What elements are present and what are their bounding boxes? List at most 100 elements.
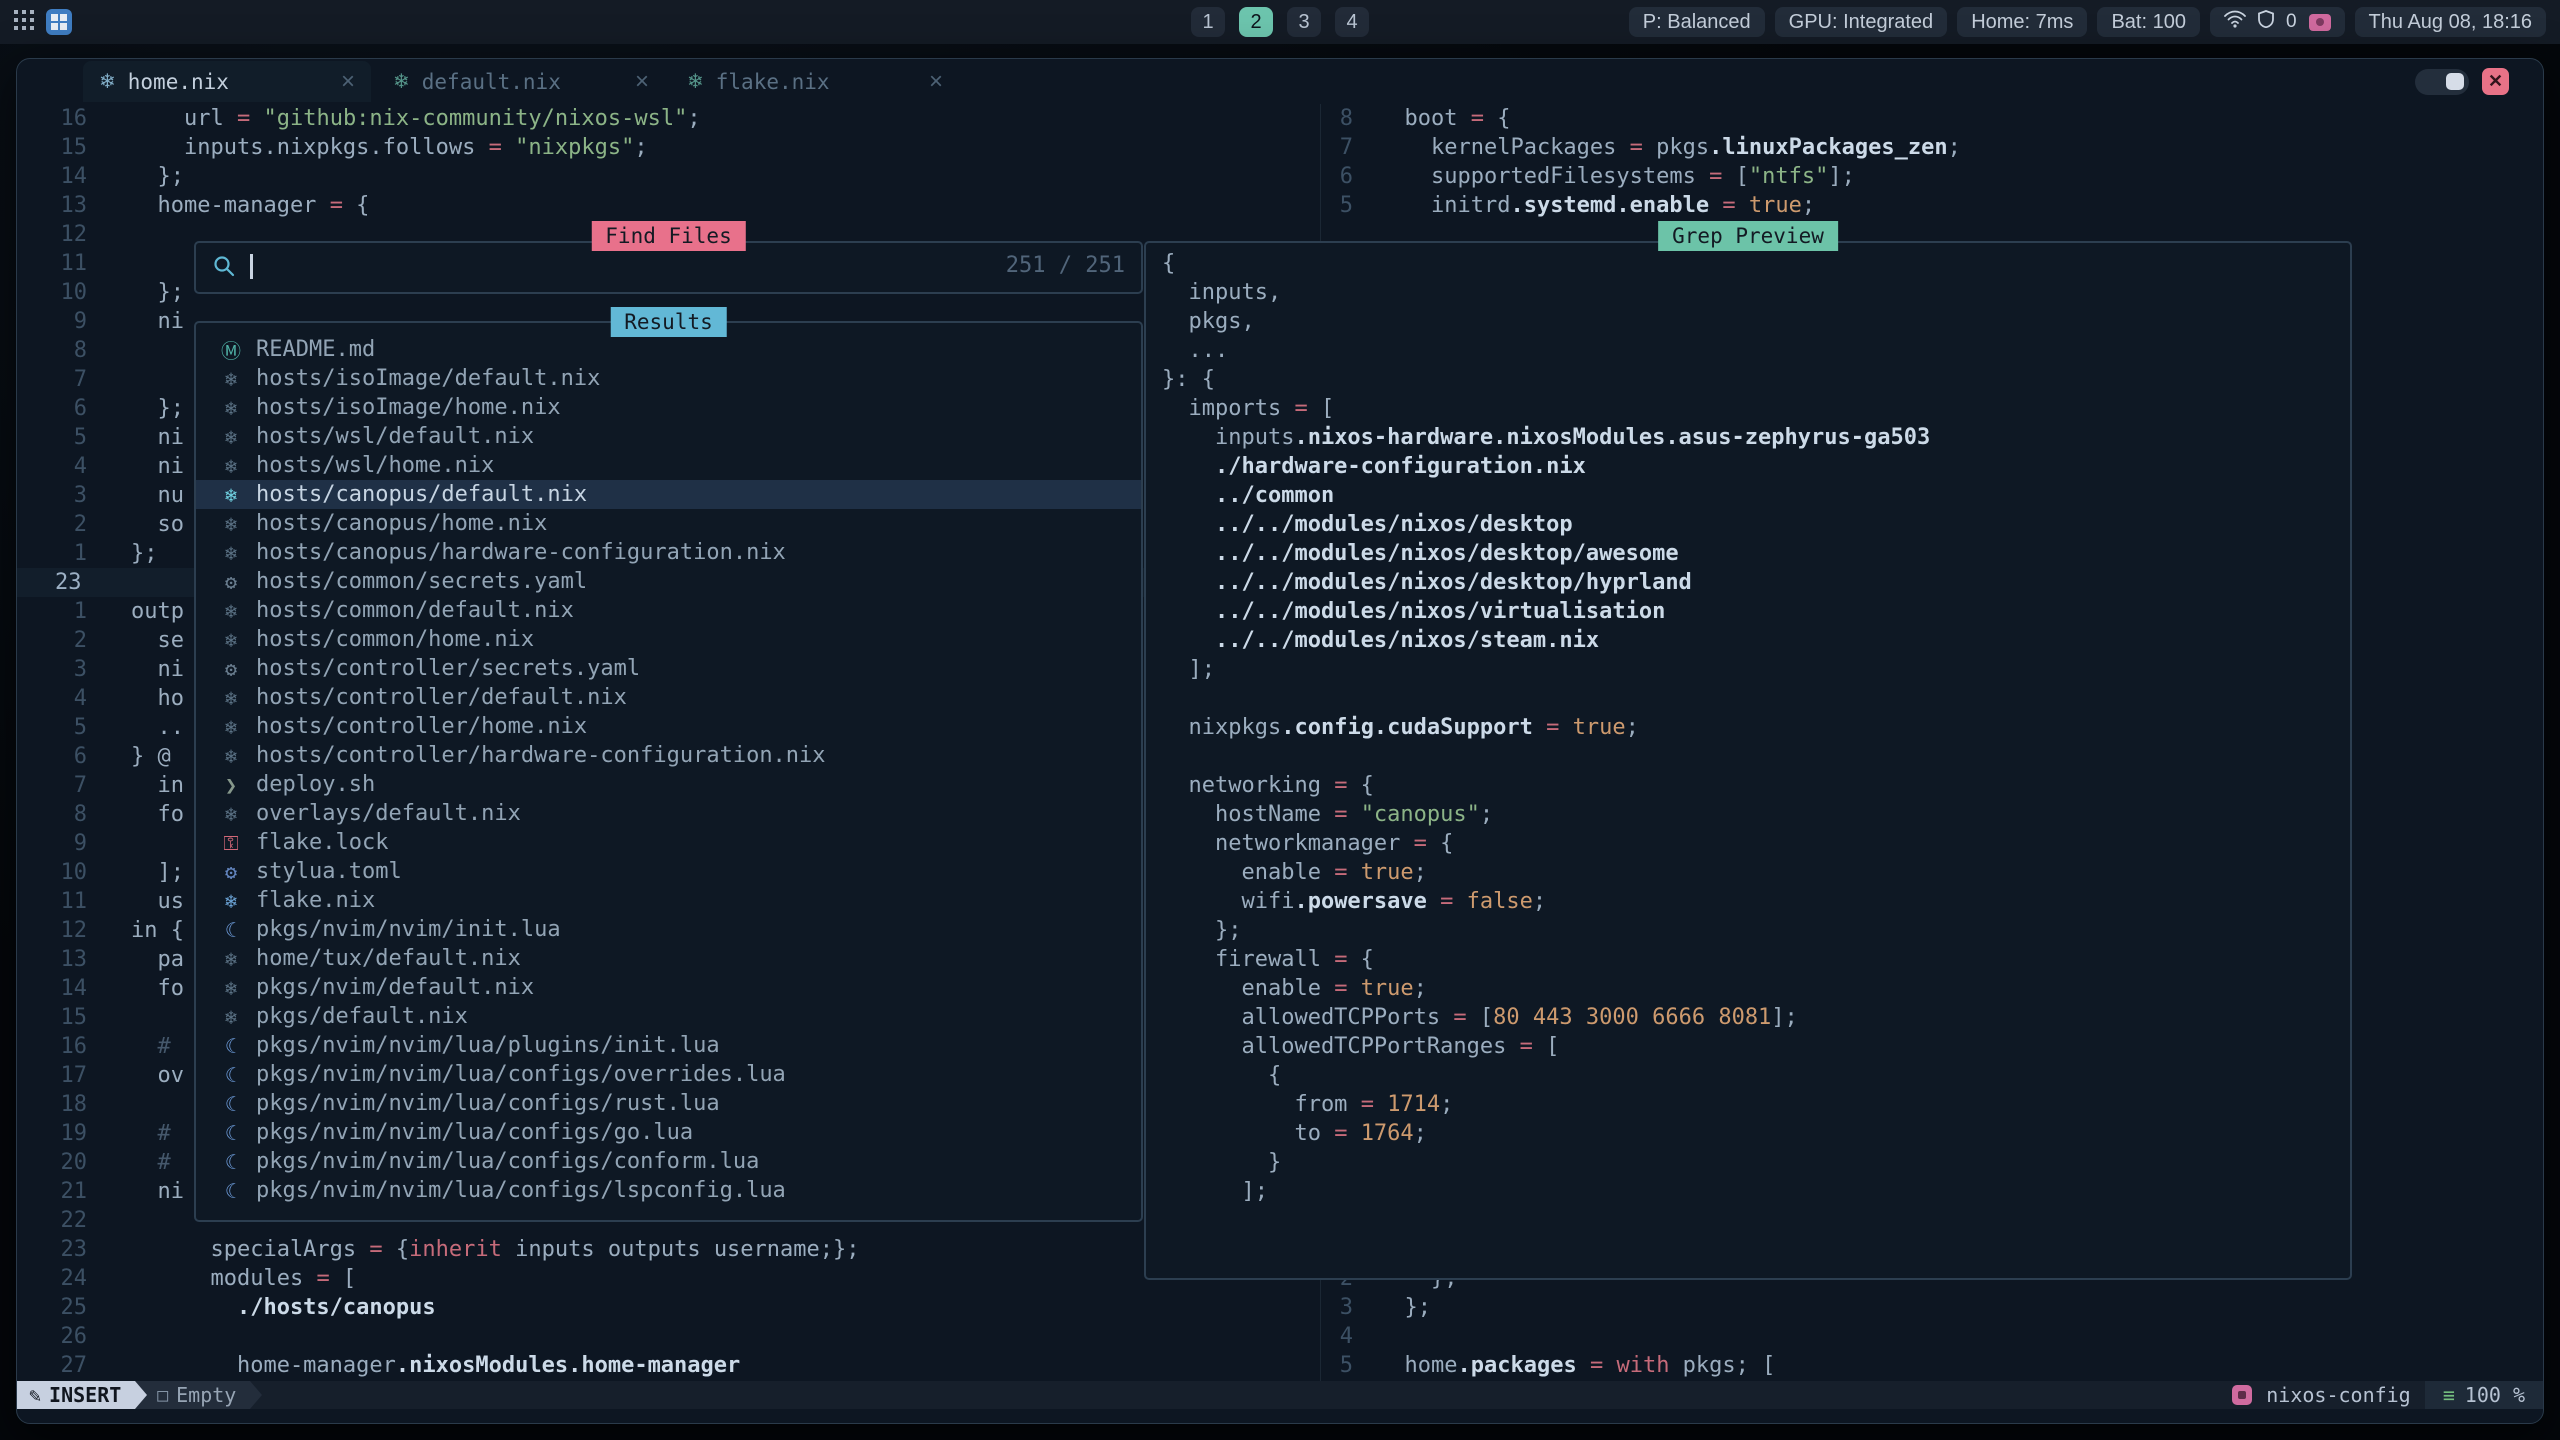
code-line[interactable]: 25 ./hosts/canopus — [17, 1293, 1319, 1322]
code-line[interactable]: 5 home.packages = with pkgs; [ — [1321, 1351, 2541, 1380]
window-close-button[interactable]: ✕ — [2482, 68, 2509, 95]
code-line[interactable]: 14 }; — [17, 162, 1319, 191]
code-line[interactable]: ./hardware-configuration.nix — [1162, 452, 2350, 481]
result-item[interactable]: ❯deploy.sh — [196, 770, 1141, 799]
code-line[interactable]: { — [1162, 249, 2350, 278]
workspace-2[interactable]: 2 — [1239, 7, 1273, 37]
code-line[interactable]: } — [1162, 1148, 2350, 1177]
tab-flake.nix[interactable]: ❄flake.nix× — [671, 61, 959, 102]
code-line[interactable]: inputs.nixos-hardware.nixosModules.asus-… — [1162, 423, 2350, 452]
code-line[interactable] — [1162, 742, 2350, 771]
code-line[interactable]: from = 1714; — [1162, 1090, 2350, 1119]
result-item[interactable]: ☾pkgs/nvim/nvim/lua/plugins/init.lua — [196, 1031, 1141, 1060]
result-item[interactable]: ❄hosts/common/default.nix — [196, 596, 1141, 625]
result-item[interactable]: ⚙hosts/common/secrets.yaml — [196, 567, 1141, 596]
workspace-3[interactable]: 3 — [1287, 7, 1321, 37]
code-line[interactable]: ../common — [1162, 481, 2350, 510]
result-item[interactable]: ☾pkgs/nvim/nvim/lua/configs/conform.lua — [196, 1147, 1141, 1176]
code-line[interactable]: ../../modules/nixos/desktop/awesome — [1162, 539, 2350, 568]
code-line[interactable]: 13 home-manager = { — [17, 191, 1319, 220]
code-line[interactable]: allowedTCPPortRanges = [ — [1162, 1032, 2350, 1061]
result-item[interactable]: ❄hosts/isoImage/default.nix — [196, 364, 1141, 393]
code-line[interactable]: hostName = "canopus"; — [1162, 800, 2350, 829]
code-line[interactable]: to = 1764; — [1162, 1119, 2350, 1148]
toggle-switch[interactable] — [2415, 69, 2469, 95]
result-item[interactable]: ❄hosts/canopus/default.nix — [196, 480, 1141, 509]
code-line[interactable]: enable = true; — [1162, 974, 2350, 1003]
result-item[interactable]: ☾pkgs/nvim/nvim/lua/configs/rust.lua — [196, 1089, 1141, 1118]
result-item[interactable]: ⚙stylua.toml — [196, 857, 1141, 886]
code-line[interactable]: 4 — [1321, 1322, 2541, 1351]
result-item[interactable]: ❄pkgs/default.nix — [196, 1002, 1141, 1031]
result-item[interactable]: ❄hosts/controller/hardware-configuration… — [196, 741, 1141, 770]
result-item[interactable]: ☾pkgs/nvim/nvim/lua/configs/overrides.lu… — [196, 1060, 1141, 1089]
code-line[interactable]: imports = [ — [1162, 394, 2350, 423]
tab-close-icon[interactable]: × — [635, 68, 649, 96]
shield-icon[interactable] — [2258, 10, 2274, 34]
result-item[interactable]: ❄hosts/controller/home.nix — [196, 712, 1141, 741]
result-item[interactable]: ❄hosts/wsl/default.nix — [196, 422, 1141, 451]
code-text: kernelPackages = pkgs.linuxPackages_zen; — [1378, 133, 1961, 162]
result-item[interactable]: ❄home/tux/default.nix — [196, 944, 1141, 973]
line-number: 18 — [17, 1090, 87, 1119]
code-line[interactable]: 27 home-manager.nixosModules.home-manage… — [17, 1351, 1319, 1380]
code-line[interactable]: ... — [1162, 336, 2350, 365]
find-files-input[interactable]: Find Files 251 / 251 — [194, 241, 1143, 294]
code-line[interactable]: 23 specialArgs = {inherit inputs outputs… — [17, 1235, 1319, 1264]
code-line[interactable]: enable = true; — [1162, 858, 2350, 887]
result-item[interactable]: ⓂREADME.md — [196, 335, 1141, 364]
code-line[interactable]: allowedTCPPorts = [80 443 3000 6666 8081… — [1162, 1003, 2350, 1032]
code-line[interactable]: }; — [1162, 916, 2350, 945]
result-item[interactable]: ❄hosts/common/home.nix — [196, 625, 1141, 654]
launcher-grid-icon[interactable] — [14, 10, 34, 35]
workspace-4[interactable]: 4 — [1335, 7, 1369, 37]
result-item[interactable]: ☾pkgs/nvim/nvim/lua/configs/lspconfig.lu… — [196, 1176, 1141, 1205]
code-line[interactable]: 6 supportedFilesystems = ["ntfs"]; — [1321, 162, 2541, 191]
code-line[interactable]: ../../modules/nixos/virtualisation — [1162, 597, 2350, 626]
result-item[interactable]: ⚙hosts/controller/secrets.yaml — [196, 654, 1141, 683]
result-item[interactable]: ❄hosts/canopus/home.nix — [196, 509, 1141, 538]
code-line[interactable]: wifi.powersave = false; — [1162, 887, 2350, 916]
result-item[interactable]: ❄flake.nix — [196, 886, 1141, 915]
code-line[interactable] — [1162, 684, 2350, 713]
code-line[interactable]: ../../modules/nixos/desktop/hyprland — [1162, 568, 2350, 597]
code-line[interactable]: 24 modules = [ — [17, 1264, 1319, 1293]
result-item[interactable]: ❄hosts/isoImage/home.nix — [196, 393, 1141, 422]
code-line[interactable]: nixpkgs.config.cudaSupport = true; — [1162, 713, 2350, 742]
wifi-icon[interactable] — [2224, 10, 2246, 34]
code-line[interactable]: ]; — [1162, 655, 2350, 684]
code-line[interactable]: 15 inputs.nixpkgs.follows = "nixpkgs"; — [17, 133, 1319, 162]
code-line[interactable]: 16 url = "github:nix-community/nixos-wsl… — [17, 104, 1319, 133]
result-item[interactable]: ❄hosts/controller/default.nix — [196, 683, 1141, 712]
tab-default.nix[interactable]: ❄default.nix× — [377, 61, 665, 102]
result-item[interactable]: ❄pkgs/nvim/default.nix — [196, 973, 1141, 1002]
tab-home.nix[interactable]: ❄home.nix× — [83, 61, 371, 102]
code-line[interactable]: 7 kernelPackages = pkgs.linuxPackages_ze… — [1321, 133, 2541, 162]
code-line[interactable]: ../../modules/nixos/desktop — [1162, 510, 2350, 539]
result-item[interactable]: ❄hosts/wsl/home.nix — [196, 451, 1141, 480]
result-item[interactable]: ⚿flake.lock — [196, 828, 1141, 857]
result-item[interactable]: ☾pkgs/nvim/nvim/init.lua — [196, 915, 1141, 944]
code-line[interactable]: }: { — [1162, 365, 2350, 394]
code-line[interactable]: ../../modules/nixos/steam.nix — [1162, 626, 2350, 655]
result-item[interactable]: ❄hosts/canopus/hardware-configuration.ni… — [196, 538, 1141, 567]
tab-close-icon[interactable]: × — [929, 68, 943, 96]
result-item[interactable]: ☾pkgs/nvim/nvim/lua/configs/go.lua — [196, 1118, 1141, 1147]
code-line[interactable]: networkmanager = { — [1162, 829, 2350, 858]
code-line[interactable]: networking = { — [1162, 771, 2350, 800]
code-line[interactable]: 8 boot = { — [1321, 104, 2541, 133]
workspace-1[interactable]: 1 — [1191, 7, 1225, 37]
code-line[interactable]: 26 — [17, 1322, 1319, 1351]
result-name: pkgs/nvim/nvim/lua/configs/rust.lua — [256, 1091, 720, 1116]
tab-close-icon[interactable]: × — [341, 68, 355, 96]
code-line[interactable]: { — [1162, 1061, 2350, 1090]
code-line[interactable]: ]; — [1162, 1177, 2350, 1206]
code-line[interactable]: firewall = { — [1162, 945, 2350, 974]
logo-icon[interactable] — [46, 9, 72, 35]
camera-icon[interactable] — [2309, 14, 2331, 31]
code-line[interactable]: inputs, — [1162, 278, 2350, 307]
code-line[interactable]: pkgs, — [1162, 307, 2350, 336]
result-item[interactable]: ❄overlays/default.nix — [196, 799, 1141, 828]
code-line[interactable]: 5 initrd.systemd.enable = true; — [1321, 191, 2541, 220]
code-line[interactable]: 3 }; — [1321, 1293, 2541, 1322]
